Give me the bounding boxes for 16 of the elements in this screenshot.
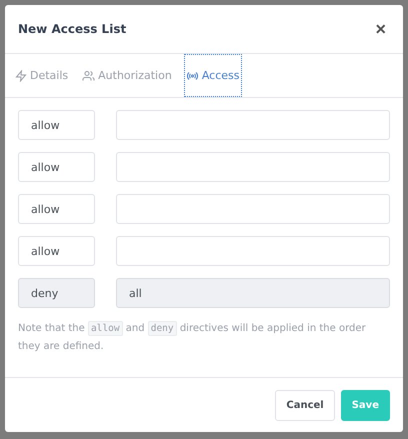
action-select[interactable]: allow <box>18 236 95 266</box>
close-button[interactable]: × <box>375 18 386 40</box>
address-field[interactable] <box>116 152 390 182</box>
note-text: Note that the allow and deny directives will be applied in the order they are defined. <box>18 320 367 354</box>
cancel-button[interactable]: Cancel <box>275 390 335 420</box>
action-select[interactable]: allow <box>18 110 95 140</box>
address-field[interactable] <box>116 110 390 140</box>
action-select[interactable]: allow <box>18 152 95 182</box>
users-icon <box>82 70 96 82</box>
tab[interactable]: Access <box>184 54 242 97</box>
address-field[interactable] <box>116 236 390 266</box>
dialog-title: New Access List <box>18 22 126 36</box>
address-field[interactable] <box>116 194 390 224</box>
action-select[interactable]: allow <box>18 194 95 224</box>
lightning-icon <box>15 70 27 82</box>
broadcast-icon <box>186 70 199 82</box>
